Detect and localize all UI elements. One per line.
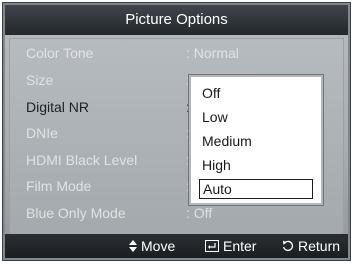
option-medium[interactable]: Medium — [199, 131, 313, 151]
menu-item-value: : Normal — [186, 45, 239, 61]
menu-item-label: Color Tone — [26, 45, 94, 61]
digital-nr-dropdown: Off Low Medium High Auto — [189, 75, 323, 205]
menu-item-color-tone[interactable]: Color Tone : Normal — [26, 43, 239, 63]
menu-item-blue-only-mode[interactable]: Blue Only Mode : Off — [26, 203, 212, 223]
option-off[interactable]: Off — [199, 83, 313, 103]
option-auto[interactable]: Auto — [199, 179, 313, 199]
navigation-hint-bar: Move Enter Return — [5, 234, 348, 258]
enter-icon — [205, 235, 219, 258]
enter-hint: Enter — [205, 234, 256, 258]
return-hint: Return — [282, 234, 340, 258]
menu-item-film-mode[interactable]: Film Mode : — [26, 176, 190, 196]
menu-item-label: Size — [26, 72, 54, 88]
return-label: Return — [298, 238, 341, 254]
menu-item-digital-nr[interactable]: Digital NR : — [26, 97, 190, 117]
return-icon — [282, 235, 294, 258]
menu-item-label: Digital NR — [26, 99, 90, 115]
menu-item-size[interactable]: Size : — [26, 70, 190, 90]
move-label: Move — [141, 238, 176, 254]
updown-arrows-icon — [129, 235, 137, 258]
move-hint: Move — [129, 234, 175, 258]
menu-item-label: HDMI Black Level — [26, 152, 138, 168]
picture-options-window: Picture Options Color Tone : Normal Size… — [2, 2, 351, 261]
menu-item-label: Film Mode — [26, 178, 92, 194]
enter-label: Enter — [223, 238, 257, 254]
menu-item-hdmi-black-level[interactable]: HDMI Black Level : — [26, 150, 190, 170]
menu-item-value: : Off — [186, 205, 213, 221]
osd-panel: Picture Options Color Tone : Normal Size… — [5, 5, 348, 258]
menu-item-label: DNIe — [26, 125, 58, 141]
menu-item-label: Blue Only Mode — [26, 205, 126, 221]
option-low[interactable]: Low — [199, 107, 313, 127]
option-high[interactable]: High — [199, 155, 313, 175]
menu-item-dnie[interactable]: DNIe : — [26, 123, 190, 143]
window-title: Picture Options — [5, 5, 348, 35]
